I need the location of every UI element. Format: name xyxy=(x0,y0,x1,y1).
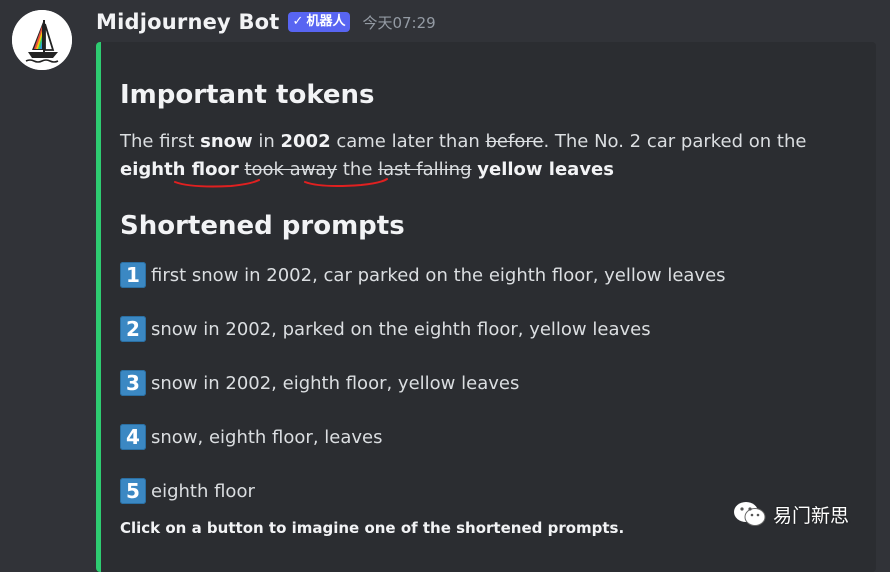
bold-token: eighth floor xyxy=(120,159,239,180)
embed-description: The first snow in 2002 came later than b… xyxy=(120,128,865,184)
prompt-item: 1 first snow in 2002, car parked on the … xyxy=(120,261,726,289)
embed-footer: Click on a button to imagine one of the … xyxy=(120,519,625,537)
bot-tag-label: 机器人 xyxy=(306,14,346,29)
avatar[interactable] xyxy=(12,10,72,70)
text-run: The first xyxy=(120,131,201,152)
bot-tag: ✓ 机器人 xyxy=(287,12,351,32)
struck-token: took away xyxy=(244,159,338,180)
prompt-item: 5 eighth floor xyxy=(120,477,255,505)
message-timestamp: 今天07:29 xyxy=(362,13,436,32)
wechat-icon xyxy=(734,502,766,526)
prompt-text: snow in 2002, eighth floor, yellow leave… xyxy=(151,372,520,394)
bold-token: yellow leaves xyxy=(477,159,614,180)
prompt-text: snow, eighth floor, leaves xyxy=(151,426,383,448)
watermark: 易门新思 xyxy=(733,500,849,528)
prompt-text: first snow in 2002, car parked on the ei… xyxy=(151,264,726,286)
prompt-item: 2 snow in 2002, parked on the eighth flo… xyxy=(120,315,651,343)
text-run: . The No. 2 car parked on the xyxy=(543,131,807,152)
keycap-icon: 4 xyxy=(120,424,146,450)
check-icon: ✓ xyxy=(292,14,304,29)
embed-title: Important tokens xyxy=(120,80,375,110)
midjourney-boat-icon xyxy=(12,10,72,70)
text-run: in xyxy=(252,131,281,152)
keycap-icon: 3 xyxy=(120,370,146,396)
keycap-icon: 5 xyxy=(120,478,146,504)
bold-token: 2002 xyxy=(280,131,331,152)
keycap-icon: 1 xyxy=(120,262,146,288)
author-name[interactable]: Midjourney Bot xyxy=(96,10,280,34)
text-run: the xyxy=(337,159,379,180)
keycap-icon: 2 xyxy=(120,316,146,342)
struck-token: before xyxy=(485,131,544,152)
message-header: Midjourney Bot ✓ 机器人 今天07:29 xyxy=(96,7,436,37)
prompt-item: 4 snow, eighth floor, leaves xyxy=(120,423,382,451)
bold-token: snow xyxy=(200,131,253,152)
struck-token: last falling xyxy=(378,159,472,180)
prompt-text: eighth floor xyxy=(151,480,255,502)
embed-card: Important tokens The first snow in 2002 … xyxy=(96,42,876,572)
text-run: came later than xyxy=(330,131,486,152)
watermark-text: 易门新思 xyxy=(773,504,850,527)
prompt-text: snow in 2002, parked on the eighth floor… xyxy=(151,318,651,340)
section-title: Shortened prompts xyxy=(120,211,405,241)
prompt-item: 3 snow in 2002, eighth floor, yellow lea… xyxy=(120,369,519,397)
